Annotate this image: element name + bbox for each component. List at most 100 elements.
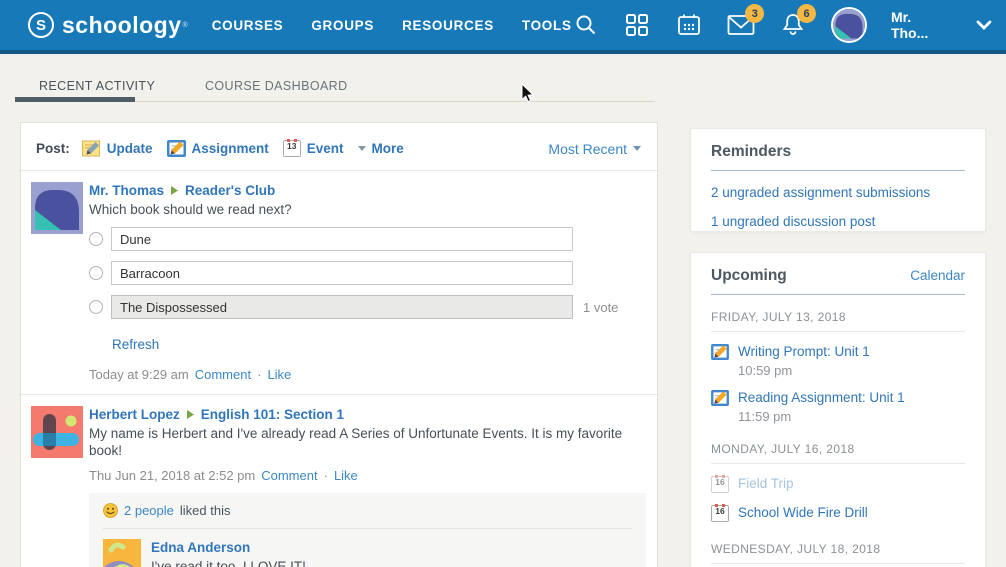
app-grid-icon: [625, 13, 649, 37]
vote-count: 1 vote: [583, 300, 618, 315]
reminders-title: Reminders: [711, 143, 965, 161]
divider: [711, 563, 965, 564]
poll-choice[interactable]: The Dispossessed: [111, 295, 573, 319]
post-timestamp: Today at 9:29 am: [89, 367, 189, 382]
calendar-icon: [676, 12, 702, 38]
poll-option: Barracoon: [89, 261, 641, 285]
tab-recent-activity[interactable]: RECENT ACTIVITY: [39, 79, 155, 93]
calendar-icon-day: 16: [712, 506, 728, 517]
post-event-button[interactable]: 13 Event: [283, 140, 344, 157]
like-link[interactable]: Like: [334, 468, 358, 483]
like-link[interactable]: Like: [267, 367, 291, 382]
poll-radio[interactable]: [89, 232, 103, 246]
nav-item-tools[interactable]: TOOLS: [522, 18, 572, 33]
comment-body: I've read it too, I LOVE IT!: [151, 559, 353, 567]
poll-radio[interactable]: [89, 266, 103, 280]
liked-by-link[interactable]: 2 people: [124, 503, 174, 518]
post-meta: Thu Jun 21, 2018 at 2:52 pm Comment · Li…: [89, 468, 641, 483]
caret-down-icon: [633, 146, 641, 151]
reminders-card: Reminders 2 ungraded assignment submissi…: [690, 128, 986, 232]
assignment-icon: [711, 344, 729, 360]
post-context-link[interactable]: English 101: Section 1: [201, 407, 344, 422]
calendar-link[interactable]: Calendar: [910, 268, 965, 283]
divider: [711, 294, 965, 295]
event-title-link[interactable]: School Wide Fire Drill: [738, 505, 868, 520]
upcoming-event: 16 School Wide Fire Drill: [711, 505, 965, 522]
comment: Edna Anderson I've read it too, I LOVE I…: [103, 529, 632, 567]
assignment-icon: [167, 140, 186, 157]
event-title-link[interactable]: Reading Assignment: Unit 1: [738, 390, 905, 405]
feed-post-poll: Mr. Thomas Reader's Club Which book shou…: [21, 171, 657, 394]
search-icon: [574, 13, 598, 37]
messages-badge: 3: [745, 4, 764, 23]
separator-dot: ·: [257, 367, 261, 382]
day-header: MONDAY, JULY 16, 2018: [711, 442, 965, 456]
logo-letter: S: [36, 17, 46, 34]
smiley-icon: [103, 503, 118, 518]
registered-mark: ®: [183, 22, 188, 29]
event-calendar-icon: 13: [283, 140, 301, 157]
user-avatar-image: [833, 9, 865, 41]
poll-choice[interactable]: Barracoon: [111, 261, 573, 285]
upcoming-header: Upcoming Calendar: [711, 267, 965, 285]
poll-choice[interactable]: Dune: [111, 227, 573, 251]
brand-name: schoology: [62, 12, 182, 39]
calendar-button[interactable]: [675, 12, 703, 38]
search-button[interactable]: [572, 12, 600, 38]
post-title: Herbert Lopez English 101: Section 1: [89, 407, 641, 422]
day-header: FRIDAY, JULY 13, 2018: [711, 310, 965, 324]
poll-option: Dune: [89, 227, 641, 251]
post-body: My name is Herbert and I've already read…: [89, 425, 641, 459]
post-author-link[interactable]: Mr. Thomas: [89, 183, 164, 198]
avatar[interactable]: [31, 182, 83, 234]
post-more-button[interactable]: More: [358, 141, 404, 156]
liked-by-suffix: liked this: [180, 503, 231, 518]
post-assignment-button[interactable]: Assignment: [167, 140, 269, 157]
nav-item-groups[interactable]: GROUPS: [311, 18, 374, 33]
reminder-link-ungraded-discussion[interactable]: 1 ungraded discussion post: [711, 214, 965, 229]
calendar-icon-day: 16: [712, 477, 728, 488]
nav-item-resources[interactable]: RESOURCES: [402, 18, 494, 33]
breadcrumb-arrow-icon: [187, 410, 194, 419]
poll-radio[interactable]: [89, 300, 103, 314]
day-header: WEDNESDAY, JULY 18, 2018: [711, 542, 965, 556]
main-nav: COURSES GROUPS RESOURCES TOOLS: [212, 18, 572, 33]
nav-item-courses[interactable]: COURSES: [212, 18, 284, 33]
schoology-logo-icon: S: [28, 12, 54, 38]
post-meta: Today at 9:29 am Comment · Like: [89, 367, 641, 382]
mouse-cursor: [521, 83, 535, 103]
event-time: 11:59 pm: [738, 409, 905, 424]
assignment-icon: [711, 390, 729, 406]
comment-link[interactable]: Comment: [195, 367, 251, 382]
chevron-down-icon[interactable]: [976, 20, 992, 30]
upcoming-event: 16 Field Trip: [711, 476, 965, 493]
post-context-link[interactable]: Reader's Club: [185, 183, 275, 198]
poll-refresh-link[interactable]: Refresh: [112, 337, 159, 352]
avatar[interactable]: [103, 539, 141, 567]
reminder-link-ungraded-assignments[interactable]: 2 ungraded assignment submissions: [711, 185, 965, 200]
avatar[interactable]: [31, 406, 83, 458]
tab-course-dashboard[interactable]: COURSE DASHBOARD: [205, 79, 348, 93]
feed-post-update: Herbert Lopez English 101: Section 1 My …: [21, 394, 657, 567]
post-author-link[interactable]: Herbert Lopez: [89, 407, 180, 422]
post-composer: Post: Update Assignment 13 Event More Mo…: [21, 123, 657, 171]
comment-link[interactable]: Comment: [261, 468, 317, 483]
user-avatar[interactable]: [831, 7, 867, 43]
notifications-badge: 6: [797, 4, 816, 23]
messages-button[interactable]: 3: [727, 12, 755, 38]
post-update-button[interactable]: Update: [82, 140, 153, 157]
calendar-day-icon: 16: [711, 505, 729, 522]
sort-dropdown[interactable]: Most Recent: [548, 141, 641, 157]
divider: [711, 331, 965, 332]
event-time: 10:59 pm: [738, 363, 870, 378]
comment-author-link[interactable]: Edna Anderson: [151, 540, 250, 555]
event-title-link[interactable]: Field Trip: [738, 476, 794, 491]
user-menu-label[interactable]: Mr. Tho...: [891, 9, 952, 41]
comment-content: Edna Anderson I've read it too, I LOVE I…: [151, 539, 353, 567]
notifications-button[interactable]: 6: [779, 12, 807, 38]
caret-down-icon: [358, 146, 366, 151]
schoology-logo[interactable]: S schoology ®: [28, 12, 188, 39]
app-grid-button[interactable]: [624, 12, 652, 38]
top-navbar: S schoology ® COURSES GROUPS RESOURCES T…: [0, 0, 1006, 54]
event-title-link[interactable]: Writing Prompt: Unit 1: [738, 344, 870, 359]
